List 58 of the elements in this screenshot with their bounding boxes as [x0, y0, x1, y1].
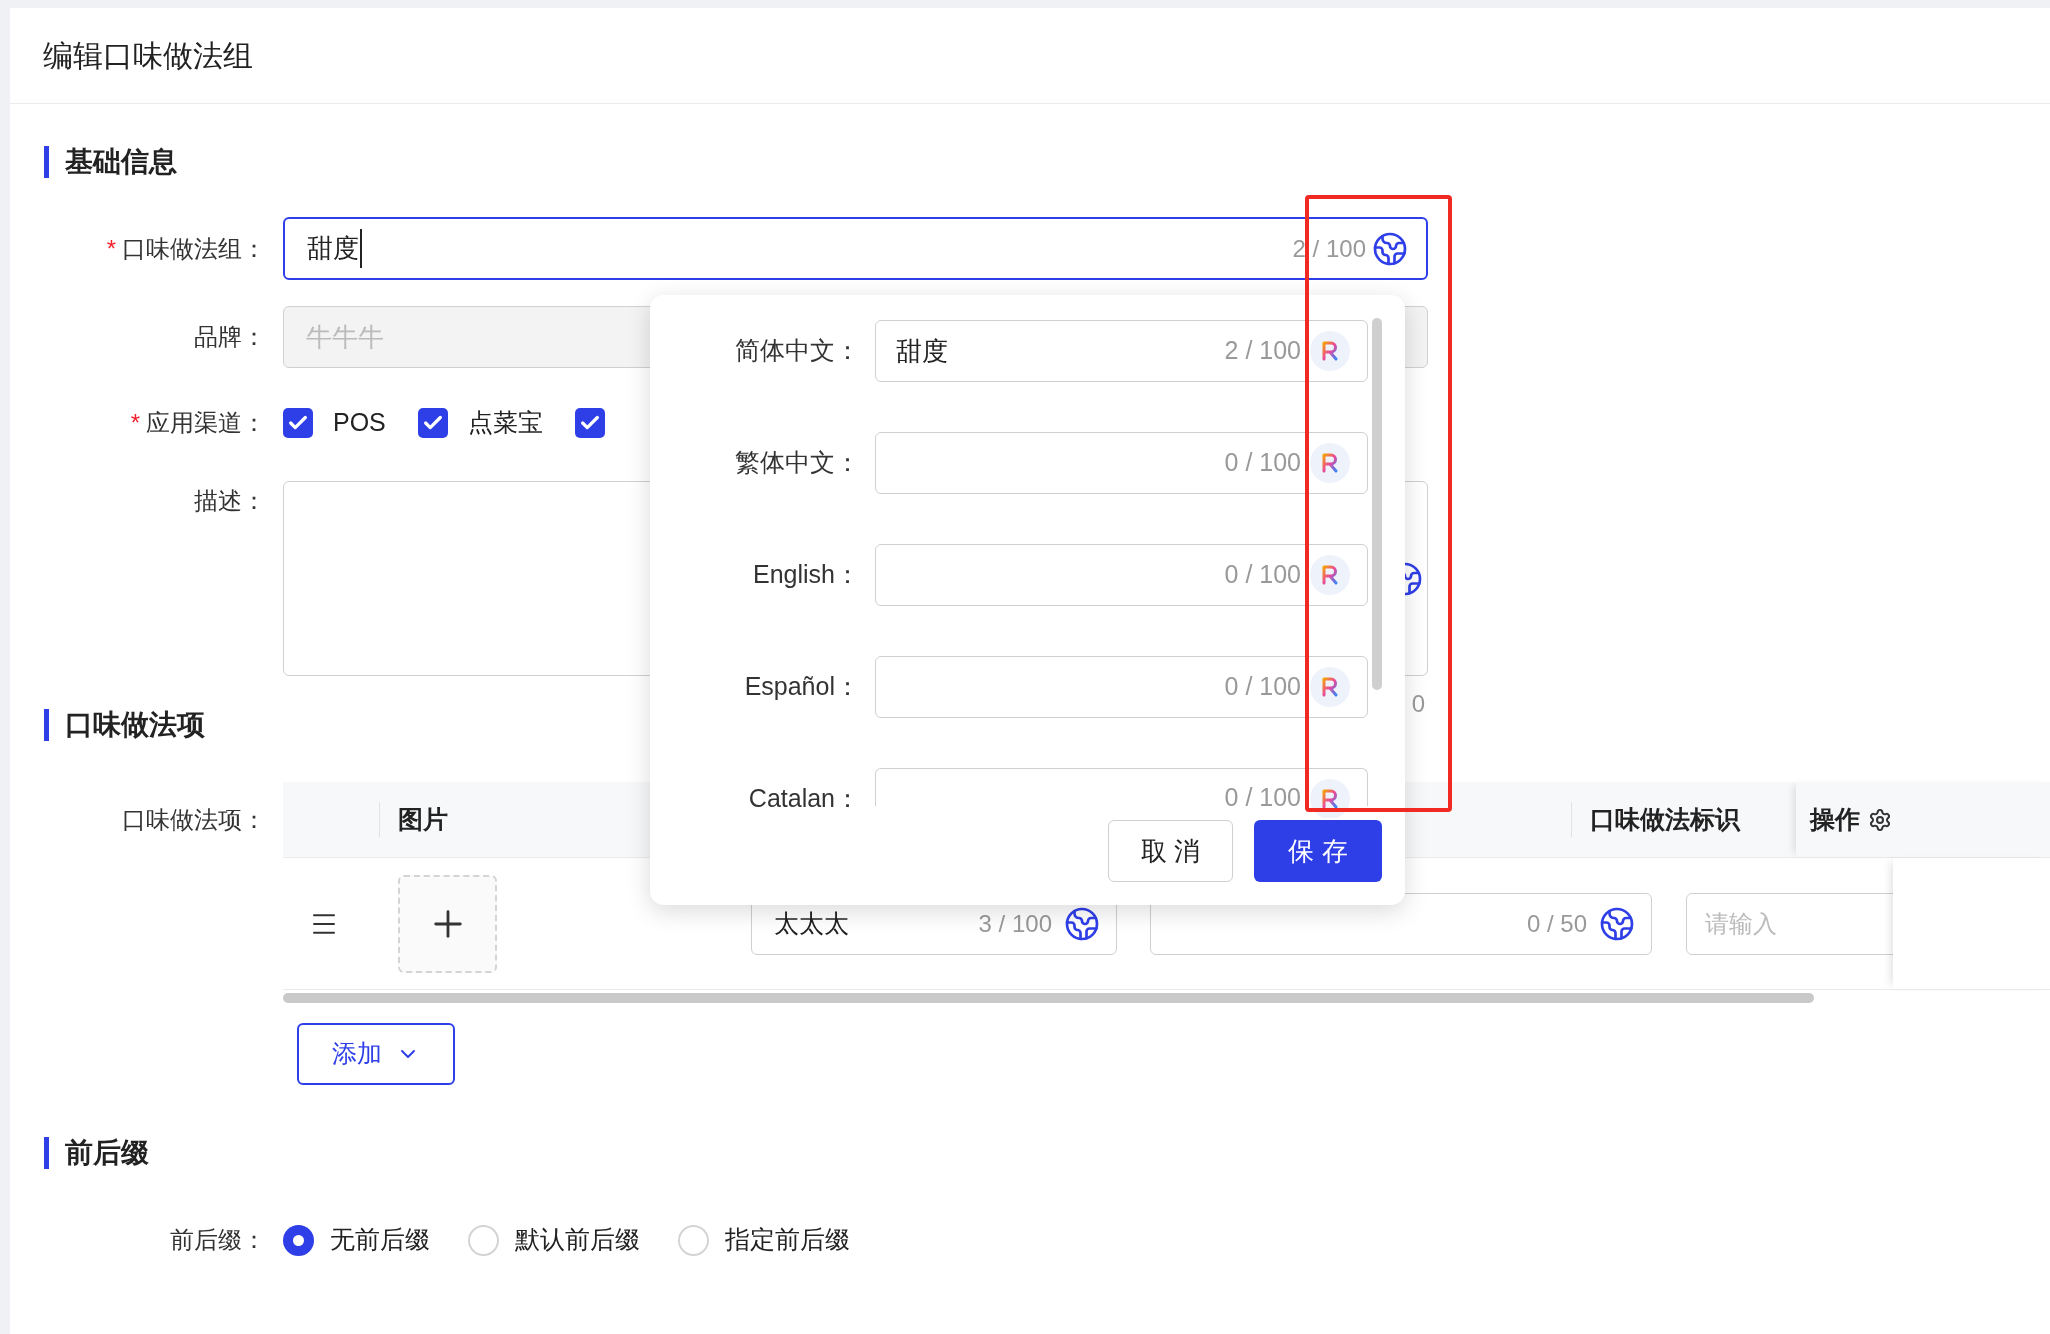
required-mark: * [106, 233, 116, 264]
char-counter: 2 / 100 [1292, 233, 1366, 264]
column-header: 操作 [1810, 803, 1860, 835]
section-marker [44, 709, 49, 741]
save-button[interactable]: 保 存 [1254, 820, 1382, 882]
field-label: 描述： [194, 486, 266, 516]
char-counter: 2 / 100 [1224, 335, 1301, 367]
input-value: 甜度 [896, 334, 948, 368]
language-label: Catalan： [748, 783, 860, 815]
section-title: 前后缀 [65, 1136, 149, 1170]
language-label: 简体中文： [735, 335, 860, 367]
globe-icon[interactable] [1372, 230, 1408, 267]
char-counter: 3 / 100 [978, 908, 1052, 939]
page-title: 编辑口味做法组 [43, 38, 253, 74]
scrollbar-thumb[interactable] [1372, 318, 1382, 690]
radio-label[interactable]: 默认前后缀 [515, 1221, 640, 1259]
field-label: 口味做法组： [122, 233, 266, 264]
checkbox[interactable] [283, 408, 313, 438]
radio-label[interactable]: 指定前后缀 [725, 1221, 850, 1259]
section-title: 基础信息 [65, 145, 177, 179]
field-label: 应用渠道： [146, 408, 266, 438]
input-placeholder: 牛牛牛 [306, 320, 384, 354]
text-input[interactable]: 甜度 2 / 100 [875, 320, 1368, 382]
checkbox[interactable] [417, 408, 448, 438]
input-value: 甜度 [307, 229, 362, 268]
scrollbar-thumb[interactable] [283, 993, 1814, 1003]
column-header: 口味做法标识 [1590, 803, 1740, 835]
field-label: 口味做法项： [122, 805, 266, 835]
language-label: English： [753, 559, 860, 591]
checkbox-label[interactable]: POS [333, 404, 386, 442]
char-counter: 0 / 100 [1224, 447, 1301, 479]
section-marker [44, 146, 49, 178]
field-label: 品牌： [194, 322, 266, 352]
radio-button[interactable] [283, 1224, 314, 1256]
char-counter: 0 / 100 [1224, 559, 1301, 591]
section-marker [44, 1137, 49, 1169]
char-counter: 0 [1411, 689, 1425, 719]
language-label: Español： [744, 671, 860, 703]
text-input[interactable]: 甜度 2 / 100 [283, 217, 1428, 280]
language-label: 繁体中文： [735, 447, 860, 479]
section-title: 口味做法项 [65, 708, 205, 742]
cancel-button[interactable]: 取 消 [1108, 820, 1233, 882]
globe-icon[interactable] [1599, 905, 1635, 942]
checkbox[interactable] [574, 408, 605, 438]
globe-icon[interactable] [1064, 905, 1100, 942]
radio-button[interactable] [468, 1224, 499, 1256]
char-counter: 0 / 50 [1526, 908, 1587, 939]
char-counter: 0 / 100 [1224, 671, 1301, 703]
add-dropdown-button[interactable]: 添加 [297, 1023, 455, 1085]
input-value: 太太太 [774, 907, 849, 939]
field-label: 前后缀： [170, 1225, 266, 1255]
column-header: 图片 [398, 803, 448, 835]
required-mark: * [130, 408, 140, 438]
input-placeholder: 请输入 [1705, 908, 1777, 939]
checkbox-label[interactable]: 点菜宝 [467, 404, 543, 442]
radio-label[interactable]: 无前后缀 [330, 1221, 430, 1259]
settings-icon[interactable] [1868, 807, 1892, 832]
radio-button[interactable] [678, 1224, 709, 1256]
